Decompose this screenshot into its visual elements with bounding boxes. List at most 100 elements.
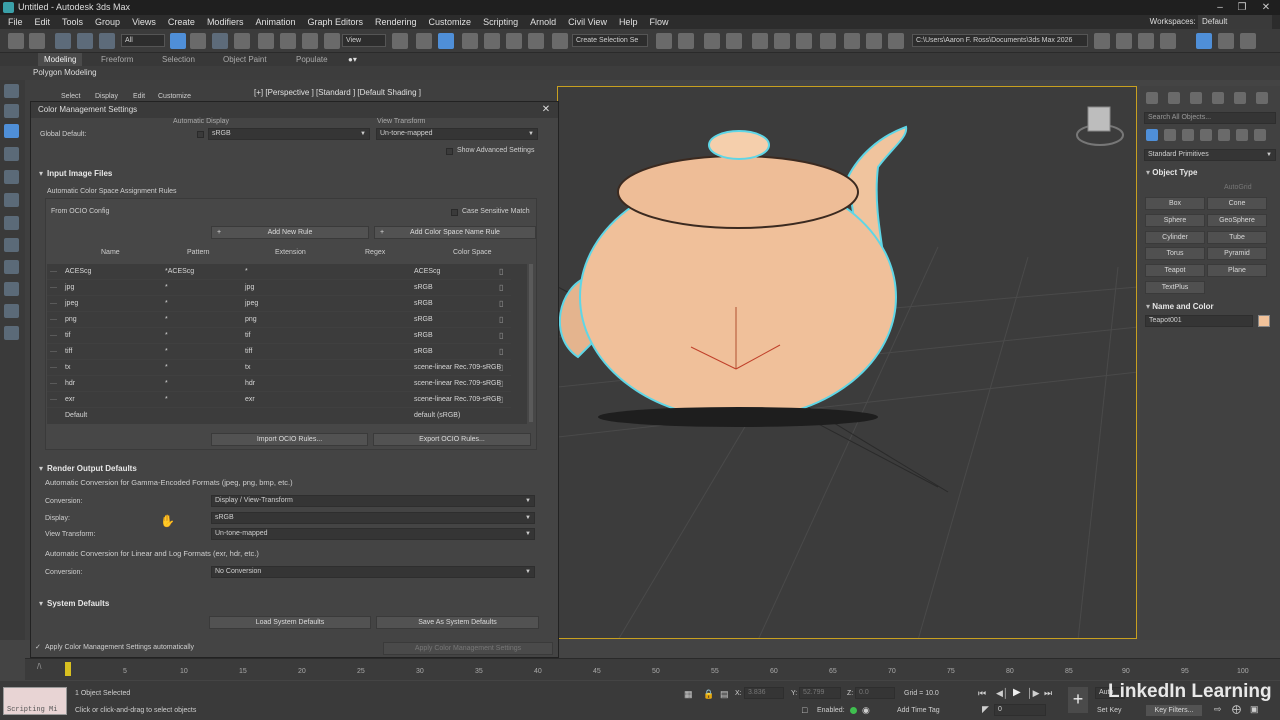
tab-freeform[interactable]: Freeform xyxy=(95,53,139,66)
menu-rendering[interactable]: Rendering xyxy=(369,15,423,29)
rendered-frame-window-icon[interactable] xyxy=(866,33,882,49)
select-by-name-icon[interactable] xyxy=(190,33,206,49)
absolute-mode-icon[interactable]: ▤ xyxy=(720,689,729,700)
menu-civil-view[interactable]: Civil View xyxy=(562,15,613,29)
layer-explorer-icon[interactable] xyxy=(4,104,19,118)
ribbon-options-icon[interactable]: ●▾ xyxy=(342,53,363,66)
menu-arnold[interactable]: Arnold xyxy=(524,15,562,29)
play-icon[interactable]: ▶ xyxy=(1013,687,1021,698)
undo-icon[interactable] xyxy=(8,33,24,49)
drag-handle-icon[interactable]: — xyxy=(50,344,57,360)
unlink-icon[interactable] xyxy=(77,33,93,49)
sphere-button[interactable]: Sphere xyxy=(1145,214,1205,227)
torus-button[interactable]: Torus xyxy=(1145,247,1205,260)
input-image-files-heading[interactable]: ▾ Input Image Files xyxy=(39,169,112,178)
drag-handle-icon[interactable]: — xyxy=(50,376,57,392)
display-tab-icon[interactable] xyxy=(1234,92,1246,104)
apply-color-management-button[interactable]: Apply Color Management Settings xyxy=(383,642,553,655)
global-display-dropdown[interactable]: sRGB ▼ xyxy=(208,128,370,140)
angle-snap-icon[interactable] xyxy=(484,33,500,49)
3dsmax-app-icon[interactable] xyxy=(3,2,14,13)
tube-button[interactable]: Tube xyxy=(1207,231,1267,244)
load-system-defaults-button[interactable]: Load System Defaults xyxy=(209,616,371,629)
dialog-close-icon[interactable]: ✕ xyxy=(540,102,552,118)
drag-handle-icon[interactable]: — xyxy=(50,280,57,296)
menu-group[interactable]: Group xyxy=(89,15,126,29)
display-geometry-icon[interactable] xyxy=(4,170,19,184)
maximize-button[interactable]: ❐ xyxy=(1230,0,1254,15)
geometry-icon[interactable] xyxy=(1146,129,1158,141)
render-output-defaults-heading[interactable]: ▾ Render Output Defaults xyxy=(39,464,137,473)
table-row[interactable]: — tx * tx scene-linear Rec.709-sRGB ▯ xyxy=(47,360,511,376)
plane-button[interactable]: Plane xyxy=(1207,264,1267,277)
helpers-icon[interactable] xyxy=(1218,129,1230,141)
close-button[interactable]: ✕ xyxy=(1254,0,1278,15)
save-as-system-defaults-button[interactable]: Save As System Defaults xyxy=(376,616,539,629)
time-config-icon[interactable]: /\ xyxy=(37,662,41,671)
view-transform-dropdown[interactable]: Un-tone-mapped ▼ xyxy=(211,528,535,540)
delete-rule-icon[interactable]: ▯ xyxy=(499,264,503,280)
minimize-button[interactable]: – xyxy=(1208,0,1232,15)
y-coord-field[interactable]: 52.799 xyxy=(799,687,841,699)
geosphere-button[interactable]: GeoSphere xyxy=(1207,214,1267,227)
rect-selection-icon[interactable] xyxy=(212,33,228,49)
select-object-icon[interactable] xyxy=(170,33,186,49)
display-dropdown[interactable]: sRGB ▼ xyxy=(211,512,535,524)
menu-views[interactable]: Views xyxy=(126,15,162,29)
adaptive-degradation-icon[interactable]: □ xyxy=(802,705,807,715)
selection-filter-dropdown[interactable]: All xyxy=(121,34,165,47)
menu-create[interactable]: Create xyxy=(162,15,201,29)
drag-handle-icon[interactable]: — xyxy=(50,328,57,344)
explorer-menu-customize[interactable]: Customize xyxy=(158,93,191,100)
toggle-layer-explorer-icon[interactable] xyxy=(726,33,742,49)
delete-rule-icon[interactable]: ▯ xyxy=(499,296,503,312)
motion-tab-icon[interactable] xyxy=(1212,92,1224,104)
column-extension[interactable]: Extension xyxy=(275,249,306,256)
hierarchy-tab-icon[interactable] xyxy=(1190,92,1202,104)
object-name-field[interactable]: Teapot001 xyxy=(1145,315,1253,327)
tab-object-paint[interactable]: Object Paint xyxy=(217,53,273,66)
delete-rule-icon[interactable]: ▯ xyxy=(499,280,503,296)
toggle-ribbon-icon[interactable] xyxy=(752,33,768,49)
current-frame-field[interactable]: 0 xyxy=(994,704,1046,716)
align-icon[interactable] xyxy=(678,33,694,49)
object-color-swatch[interactable] xyxy=(1258,315,1270,327)
selection-lock-icon[interactable]: 🔒 xyxy=(703,689,714,700)
autogrid-checkbox[interactable]: AutoGrid xyxy=(1224,184,1252,191)
key-mode-icon[interactable]: ◤ xyxy=(982,704,989,715)
table-row[interactable]: — exr * exr scene-linear Rec.709-sRGB ▯ xyxy=(47,392,511,408)
sort-by-icon[interactable] xyxy=(4,124,19,138)
maximize-viewport-icon[interactable]: ▣ xyxy=(1250,704,1259,715)
system-defaults-heading[interactable]: ▾ System Defaults xyxy=(39,599,109,608)
key-filters-button[interactable]: Key Filters... xyxy=(1145,704,1203,717)
asset-tracking-icon[interactable] xyxy=(1138,33,1154,49)
drag-handle-icon[interactable]: — xyxy=(50,360,57,376)
menu-help[interactable]: Help xyxy=(613,15,644,29)
set-key-plus-icon[interactable]: + xyxy=(1068,687,1088,713)
table-row[interactable]: — jpeg * jpeg sRGB ▯ xyxy=(47,296,511,312)
help-search-icon[interactable] xyxy=(1240,33,1256,49)
display-spacewarps-icon[interactable] xyxy=(4,260,19,274)
maxscript-listener[interactable]: Scripting Mi xyxy=(3,687,67,715)
menu-scripting[interactable]: Scripting xyxy=(477,15,524,29)
drag-handle-icon[interactable]: — xyxy=(50,392,57,408)
column-pattern[interactable]: Pattern xyxy=(187,249,210,256)
box-button[interactable]: Box xyxy=(1145,197,1205,210)
go-to-end-icon[interactable]: ⏭ xyxy=(1044,688,1052,699)
table-row[interactable]: — ACEScg *ACEScg * ACEScg ▯ xyxy=(47,264,511,280)
menu-flow[interactable]: Flow xyxy=(643,15,674,29)
explorer-menu-edit[interactable]: Edit xyxy=(133,93,145,100)
table-row[interactable]: — tif * tif sRGB ▯ xyxy=(47,328,511,344)
scale-icon[interactable] xyxy=(302,33,318,49)
table-row[interactable]: Default default (sRGB) xyxy=(47,408,511,424)
menu-tools[interactable]: Tools xyxy=(56,15,89,29)
color-management-icon[interactable] xyxy=(1196,33,1212,49)
viewport-label[interactable]: [+] [Perspective ] [Standard ] [Default … xyxy=(254,87,421,99)
select-manipulate-icon[interactable] xyxy=(416,33,432,49)
automatic-display-checkbox[interactable] xyxy=(197,131,204,138)
modify-tab-icon[interactable] xyxy=(1168,92,1180,104)
schematic-view-icon[interactable] xyxy=(796,33,812,49)
tab-selection[interactable]: Selection xyxy=(156,53,201,66)
add-time-tag[interactable]: Add Time Tag xyxy=(897,707,940,714)
export-ocio-rules-button[interactable]: Export OCIO Rules... xyxy=(373,433,531,446)
